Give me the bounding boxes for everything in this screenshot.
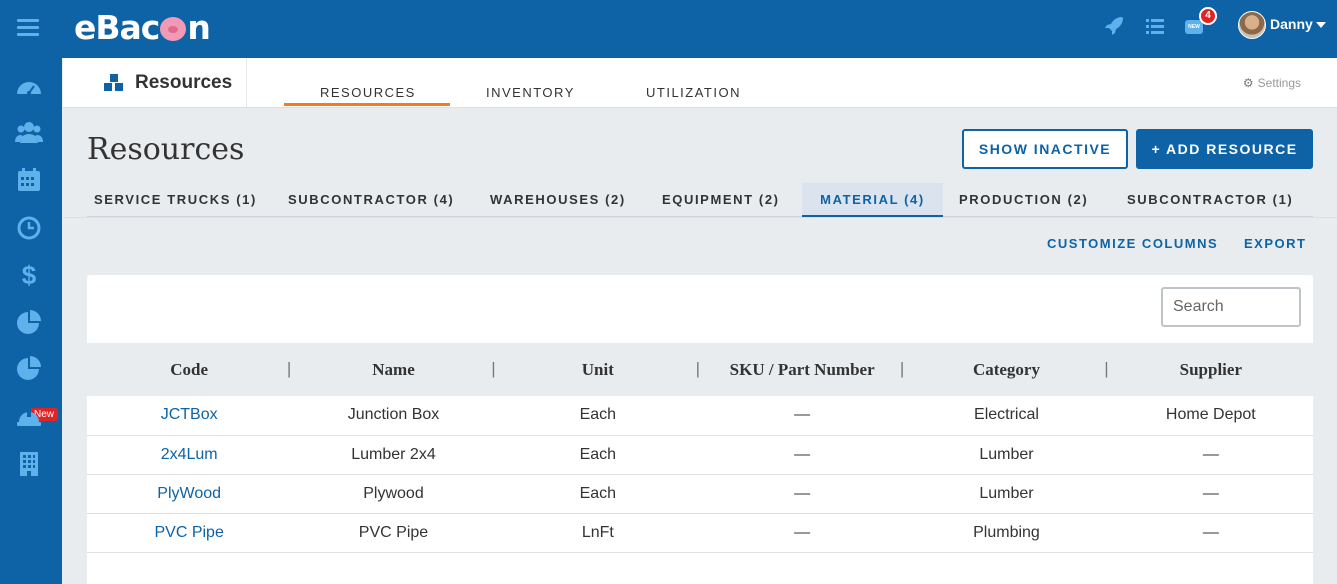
pig-icon (160, 17, 187, 41)
column-label: Name (372, 359, 415, 379)
module-header: Resources RESOURCES INVENTORY UTILIZATIO… (63, 58, 1337, 108)
tab-utilization[interactable]: UTILIZATION (646, 85, 741, 100)
menu-icon[interactable] (17, 19, 39, 37)
column-header-supplier[interactable]: Supplier (1109, 343, 1313, 396)
table-row[interactable]: PlyWood Plywood Each — Lumber — (87, 474, 1313, 514)
tab-material[interactable]: MATERIAL (4) (802, 183, 943, 217)
user-name[interactable]: Danny (1270, 16, 1313, 32)
column-label: Category (972, 359, 1040, 379)
supplier-cell: — (1108, 435, 1313, 475)
top-bar: eBac n NEW 4 Danny (0, 0, 1337, 58)
unit-cell: Each (495, 474, 700, 514)
table-header-row: Code | Name | Unit | SKU / Part Number | Cat… (87, 343, 1313, 396)
table-row[interactable]: 2x4Lum Lumber 2x4 Each — Lumber — (87, 435, 1313, 475)
module-title: Resources (135, 72, 233, 93)
category-cell: Electrical (904, 396, 1109, 436)
unit-cell: LnFt (495, 513, 700, 553)
clock-icon[interactable] (15, 214, 43, 242)
category-cell: Plumbing (904, 513, 1109, 553)
sku-cell: — (699, 474, 905, 514)
column-header-code[interactable]: Code | (87, 343, 291, 396)
sidebar: $ New (0, 58, 62, 584)
tab-resources[interactable]: RESOURCES (284, 85, 450, 106)
add-resource-button[interactable]: + ADD RESOURCE (1136, 129, 1313, 169)
dashboard-icon[interactable] (15, 72, 43, 100)
column-header-name[interactable]: Name | (291, 343, 495, 396)
code-link[interactable]: PVC Pipe (87, 513, 292, 553)
tab-subcontractor[interactable]: SUBCONTRACTOR (4) (288, 183, 454, 217)
column-label: Supplier (1179, 359, 1242, 379)
customize-columns-link[interactable]: CUSTOMIZE COLUMNS (1047, 236, 1218, 251)
building-icon[interactable] (15, 450, 43, 478)
column-label: SKU / Part Number (729, 359, 875, 379)
hard-hat-icon[interactable] (15, 402, 43, 430)
sku-cell: — (699, 435, 905, 475)
category-cell: Lumber (904, 435, 1109, 475)
search-input[interactable] (1161, 287, 1301, 327)
name-cell: Plywood (291, 474, 496, 514)
tab-subcontractor-2[interactable]: SUBCONTRACTOR (1) (1127, 183, 1293, 217)
settings-label: Settings (1257, 76, 1301, 90)
list-icon[interactable] (1143, 14, 1167, 38)
gear-icon: ⚙ (1242, 76, 1254, 90)
sku-cell: — (699, 513, 905, 553)
tab-service-trucks[interactable]: SERVICE TRUCKS (1) (94, 183, 257, 217)
sku-cell: — (699, 396, 905, 436)
tab-production[interactable]: PRODUCTION (2) (959, 183, 1088, 217)
resources-table: Code | Name | Unit | SKU / Part Number | Cat… (87, 343, 1313, 553)
app-logo[interactable]: eBac n (74, 8, 211, 47)
show-inactive-button[interactable]: SHOW INACTIVE (962, 129, 1128, 169)
supplier-cell: Home Depot (1108, 396, 1313, 436)
unit-cell: Each (495, 396, 700, 436)
tab-equipment[interactable]: EQUIPMENT (2) (662, 183, 780, 217)
category-tabs: SERVICE TRUCKS (1) SUBCONTRACTOR (4) WAR… (87, 183, 1313, 217)
code-link[interactable]: PlyWood (87, 474, 292, 514)
settings-link[interactable]: ⚙ Settings (1243, 76, 1301, 90)
column-header-sku[interactable]: SKU / Part Number | (700, 343, 905, 396)
code-link[interactable]: JCTBox (87, 396, 292, 436)
dollar-icon[interactable]: $ (15, 260, 43, 288)
notification-count-badge: 4 (1199, 7, 1217, 25)
unit-cell: Each (495, 435, 700, 475)
table-row[interactable]: PVC Pipe PVC Pipe LnFt — Plumbing — (87, 513, 1313, 553)
avatar[interactable] (1238, 11, 1266, 39)
page-title: Resources (87, 132, 245, 167)
supplier-cell: — (1108, 474, 1313, 514)
module-title-block: Resources (63, 58, 247, 108)
column-label: Code (170, 359, 209, 379)
tab-inventory[interactable]: INVENTORY (486, 85, 575, 100)
column-header-category[interactable]: Category | (904, 343, 1109, 396)
name-cell: PVC Pipe (291, 513, 496, 553)
chevron-down-icon[interactable] (1316, 22, 1326, 28)
category-cell: Lumber (904, 474, 1109, 514)
reports-icon[interactable] (15, 354, 43, 382)
new-features-icon[interactable]: NEW (1185, 20, 1203, 34)
divider (63, 217, 1337, 218)
pie-chart-icon[interactable] (15, 308, 43, 336)
calendar-icon[interactable] (15, 166, 43, 194)
svg-text:$: $ (22, 260, 37, 288)
users-icon[interactable] (15, 118, 43, 146)
rocket-icon[interactable] (1102, 14, 1126, 38)
code-link[interactable]: 2x4Lum (87, 435, 292, 475)
column-header-unit[interactable]: Unit | (496, 343, 700, 396)
tab-warehouses[interactable]: WAREHOUSES (2) (490, 183, 626, 217)
supplier-cell: — (1108, 513, 1313, 553)
name-cell: Junction Box (291, 396, 496, 436)
name-cell: Lumber 2x4 (291, 435, 496, 475)
column-label: Unit (581, 359, 614, 379)
export-link[interactable]: EXPORT (1244, 236, 1306, 251)
table-row[interactable]: JCTBox Junction Box Each — Electrical Ho… (87, 396, 1313, 436)
cubes-icon (104, 74, 123, 91)
resources-table-card: Code| Name| Unit| SKU / Part Number| Cat… (87, 275, 1313, 584)
